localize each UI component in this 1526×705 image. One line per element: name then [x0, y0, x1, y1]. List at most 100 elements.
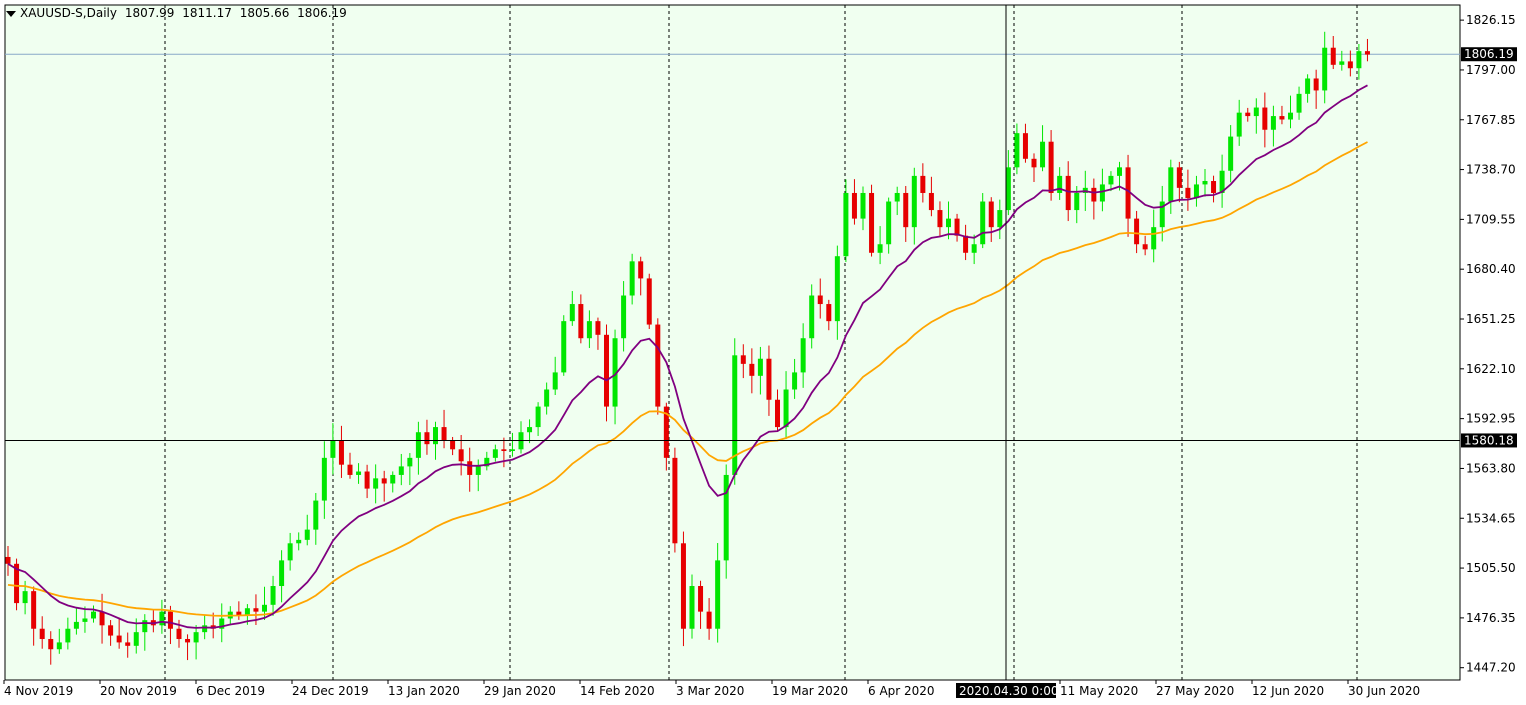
candle-body — [698, 586, 704, 612]
time-tick-label: 20 Nov 2019 — [100, 684, 177, 698]
candle-body — [869, 192, 875, 253]
candle-body — [527, 427, 533, 433]
price-tick-label: 1534.65 — [1466, 511, 1516, 525]
candle-body — [116, 635, 122, 643]
candle-body — [1005, 167, 1011, 211]
candle-body — [330, 440, 336, 458]
candle-body — [834, 256, 840, 322]
candle-body — [1014, 133, 1020, 168]
candle-body — [142, 620, 148, 633]
candle-body — [971, 244, 977, 253]
candle-body — [706, 611, 712, 629]
candle-body — [740, 355, 746, 364]
time-tick-label: 27 May 2020 — [1156, 684, 1234, 698]
candle-body — [1185, 187, 1191, 199]
candle-body — [48, 638, 54, 650]
candle-body — [321, 457, 327, 501]
candle-body — [1245, 112, 1251, 117]
dropdown-triangle-icon[interactable] — [6, 10, 16, 17]
time-tick-label: 3 Mar 2020 — [676, 684, 744, 698]
candle-body — [509, 449, 515, 452]
time-tick-label: 13 Jan 2020 — [388, 684, 460, 698]
candle-body — [1322, 47, 1328, 91]
candle-body — [826, 304, 832, 322]
candle-body — [569, 304, 575, 322]
candle-body — [809, 295, 815, 339]
candle-body — [963, 235, 969, 253]
candle-body — [886, 201, 892, 245]
candle-body — [22, 591, 28, 604]
candle-body — [1202, 181, 1208, 185]
plot-area[interactable] — [4, 4, 1461, 681]
candle-body — [65, 628, 71, 643]
candle-body — [578, 304, 584, 339]
price-tick-label: 1447.20 — [1466, 661, 1516, 675]
symbol-label: XAUUSD-S,Daily — [20, 6, 117, 20]
candle-body — [193, 632, 199, 643]
chart-header: XAUUSD-S,Daily 1807.99 1811.17 1805.66 1… — [6, 6, 351, 20]
price-tick-label: 1826.15 — [1466, 13, 1516, 27]
high-value: 1811.17 — [182, 6, 232, 20]
current-price-label: 1806.19 — [1464, 47, 1514, 61]
candle-body — [552, 372, 558, 390]
candle-body — [629, 261, 635, 296]
candle-body — [56, 642, 62, 650]
candle-body — [604, 334, 609, 407]
candle-body — [1279, 116, 1285, 120]
candle-body — [980, 201, 986, 245]
candle-body — [1330, 47, 1336, 65]
time-tick-label: 12 Jun 2020 — [1252, 684, 1324, 698]
candle-body — [185, 638, 191, 643]
candle-body — [313, 500, 319, 530]
price-chart[interactable]: 1826.15 1797.00 1767.85 1738.70 1709.55 1680.… — [0, 0, 1526, 705]
candle-body — [356, 471, 362, 475]
candle-body — [1022, 133, 1028, 159]
candle-body — [946, 218, 951, 228]
low-value: 1805.66 — [239, 6, 290, 20]
candle-body — [99, 611, 105, 626]
candle-body — [988, 201, 994, 228]
candle-body — [1228, 136, 1234, 171]
candle-body — [1364, 51, 1370, 55]
candle-body — [783, 389, 789, 428]
candle-body — [381, 478, 387, 484]
candle-body — [108, 625, 114, 636]
candle-body — [433, 427, 438, 445]
candle-body — [1296, 93, 1302, 113]
candle-body — [1356, 51, 1362, 69]
candle-body — [1288, 112, 1293, 120]
candle-body — [270, 586, 276, 605]
candle-body — [937, 210, 943, 228]
candle-body — [817, 295, 823, 305]
candle-body — [1168, 167, 1174, 202]
candle-body — [82, 618, 88, 622]
candle-body — [1305, 78, 1311, 94]
candle-body — [689, 586, 695, 629]
candle-body — [1313, 78, 1319, 91]
candle-body — [1040, 141, 1046, 168]
candle-body — [1270, 116, 1276, 130]
price-axis: 1826.15 1797.00 1767.85 1738.70 1709.55 1680.… — [1460, 13, 1517, 675]
candle-body — [1142, 244, 1148, 250]
candle-body — [1117, 167, 1122, 176]
candle-body — [1262, 107, 1268, 130]
candle-body — [1099, 184, 1105, 202]
price-tick-label: 1767.85 — [1466, 113, 1516, 127]
time-tick-label: 29 Jan 2020 — [484, 684, 556, 698]
candle-body — [279, 560, 285, 587]
candle-body — [39, 628, 45, 639]
candle-body — [501, 449, 507, 452]
candle-body — [450, 440, 456, 450]
candle-body — [843, 192, 849, 257]
price-tick-label: 1651.25 — [1466, 312, 1516, 326]
candle-body — [1253, 107, 1259, 117]
candle-body — [792, 372, 798, 390]
candle-body — [595, 321, 601, 335]
candle-body — [296, 539, 302, 544]
candle-body — [860, 192, 866, 219]
time-tick-label: 30 Jun 2020 — [1348, 684, 1420, 698]
candle-body — [467, 461, 473, 475]
chart-window[interactable]: 1826.15 1797.00 1767.85 1738.70 1709.55 1680.… — [0, 0, 1526, 705]
candle-body — [766, 358, 772, 400]
time-tick-label: 14 Feb 2020 — [580, 684, 655, 698]
